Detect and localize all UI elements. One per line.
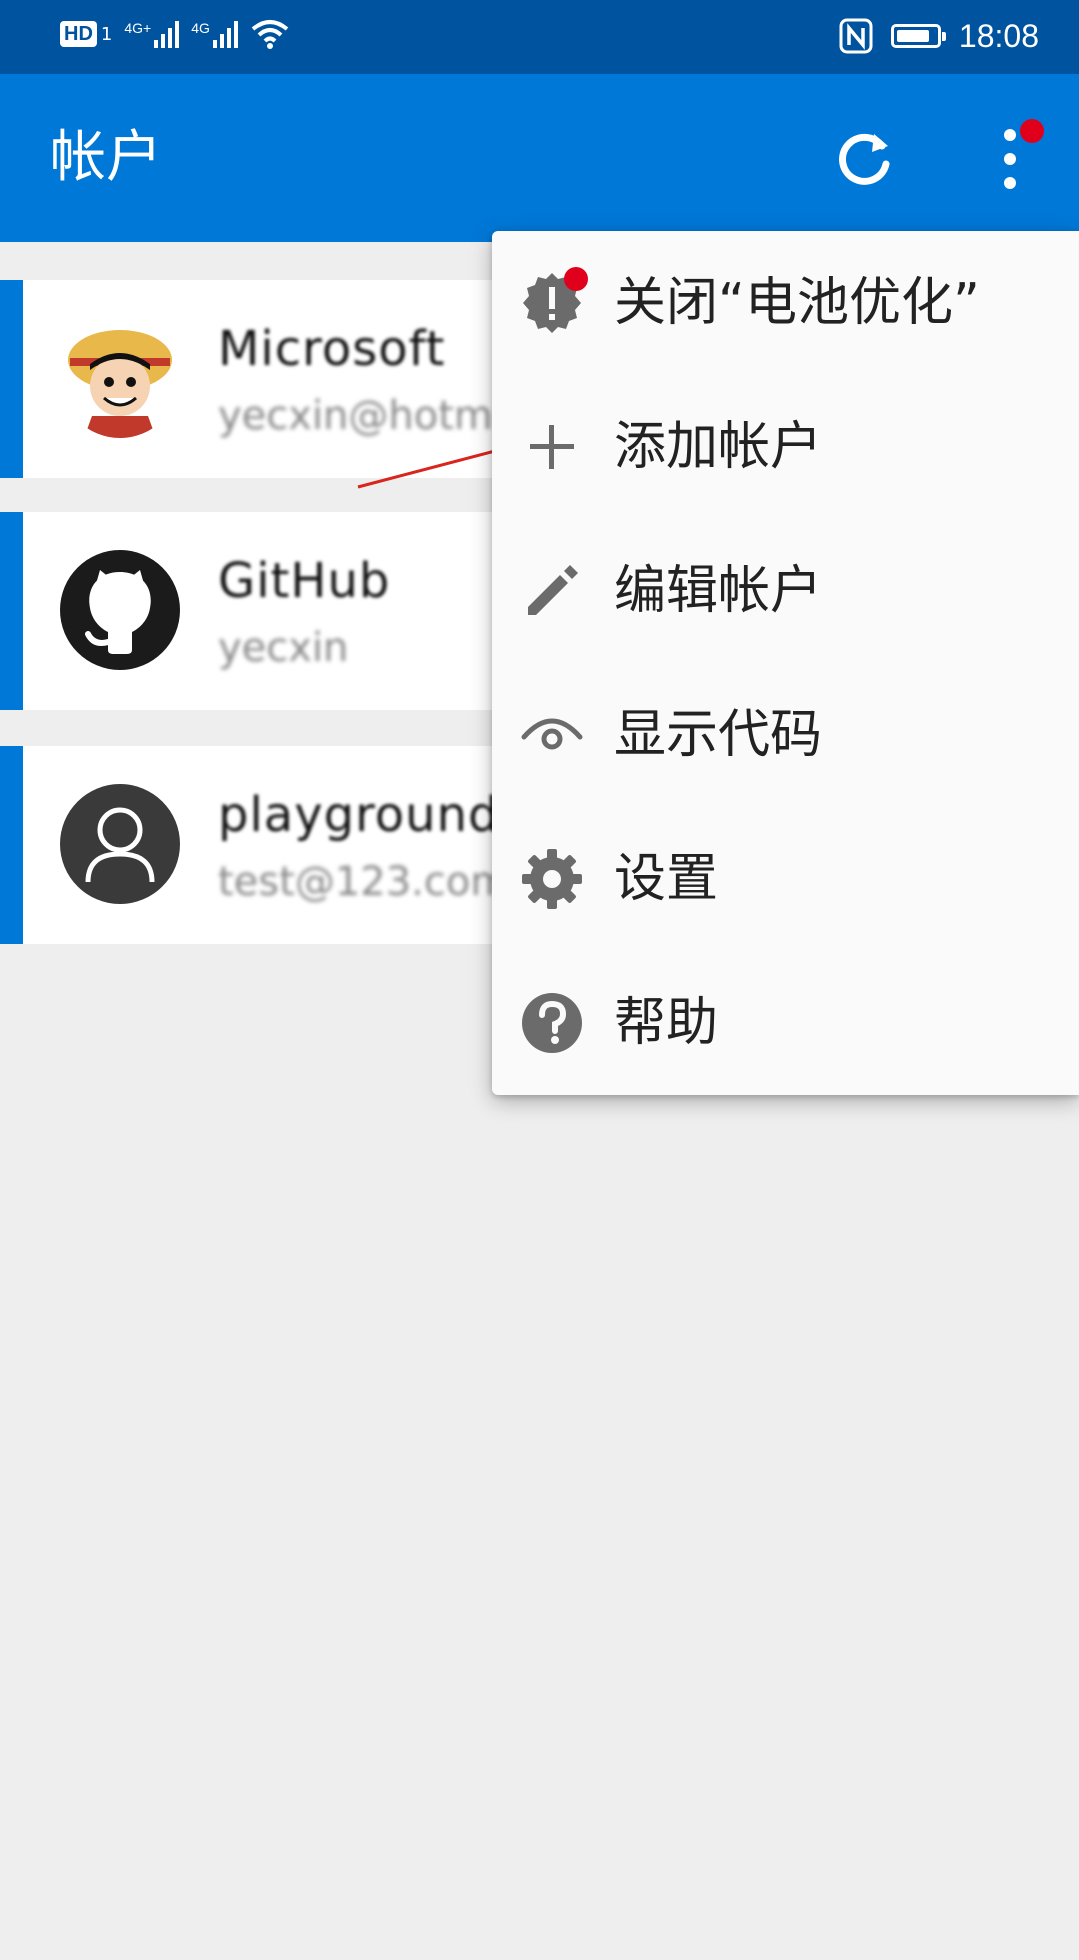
network-label-1: 4G+ bbox=[124, 20, 152, 36]
plus-icon bbox=[530, 425, 574, 469]
menu-item-show-codes[interactable]: 显示代码 bbox=[492, 663, 1079, 807]
account-issuer: Microsoft bbox=[218, 321, 446, 377]
status-bar: HD 1 4G+ 4G 18:08 bbox=[0, 0, 1079, 74]
card-accent bbox=[0, 512, 23, 710]
battery-fill bbox=[896, 30, 929, 42]
menu-label: 添加帐户 bbox=[614, 417, 823, 477]
anime-avatar bbox=[60, 318, 180, 438]
refresh-icon[interactable] bbox=[830, 124, 900, 194]
page-title: 帐户 bbox=[50, 125, 162, 190]
menu-label: 帮助 bbox=[614, 993, 719, 1053]
signal-icon-2: 4G bbox=[191, 20, 238, 48]
gear-icon bbox=[522, 849, 582, 909]
hd-label: HD bbox=[64, 23, 93, 45]
github-icon bbox=[60, 550, 180, 670]
account-name: yecxin bbox=[218, 625, 349, 671]
wifi-icon bbox=[251, 20, 289, 49]
card-accent bbox=[0, 746, 23, 944]
account-issuer: playground bbox=[218, 787, 500, 843]
sim-sub-label: 1 bbox=[100, 23, 113, 45]
card-accent bbox=[0, 280, 23, 478]
status-left: HD 1 4G+ 4G bbox=[60, 18, 290, 50]
menu-item-settings[interactable]: 设置 bbox=[492, 807, 1079, 951]
pencil-icon bbox=[528, 565, 578, 615]
person-icon bbox=[60, 784, 180, 904]
menu-notification-dot bbox=[564, 267, 588, 291]
account-issuer: GitHub bbox=[218, 553, 391, 609]
menu-label: 显示代码 bbox=[614, 705, 823, 765]
network-label-2: 4G bbox=[191, 20, 210, 36]
more-vert-icon[interactable] bbox=[980, 119, 1044, 199]
notification-dot bbox=[1020, 119, 1044, 143]
overflow-menu: 关闭“电池优化” 添加帐户 编辑帐户 显示代码 设置 帮助 bbox=[492, 231, 1079, 1095]
nfc-icon bbox=[839, 18, 873, 54]
signal-icon: 4G+ bbox=[124, 20, 180, 48]
menu-label: 编辑帐户 bbox=[614, 561, 823, 621]
eye-icon bbox=[521, 718, 583, 750]
status-time: 18:08 bbox=[958, 18, 1039, 54]
help-icon bbox=[522, 993, 582, 1053]
menu-item-edit-accounts[interactable]: 编辑帐户 bbox=[492, 519, 1079, 663]
app-bar: 帐户 bbox=[0, 74, 1079, 242]
battery-icon bbox=[890, 24, 946, 48]
account-name: test@123.com bbox=[218, 859, 510, 905]
menu-label: 关闭“电池优化” bbox=[614, 273, 980, 333]
status-right: 18:08 bbox=[839, 16, 1039, 56]
menu-item-help[interactable]: 帮助 bbox=[492, 951, 1079, 1095]
hd-icon: HD bbox=[60, 21, 97, 47]
menu-label: 设置 bbox=[614, 849, 719, 909]
menu-item-battery-optimization[interactable]: 关闭“电池优化” bbox=[492, 231, 1079, 375]
menu-item-add-account[interactable]: 添加帐户 bbox=[492, 375, 1079, 519]
